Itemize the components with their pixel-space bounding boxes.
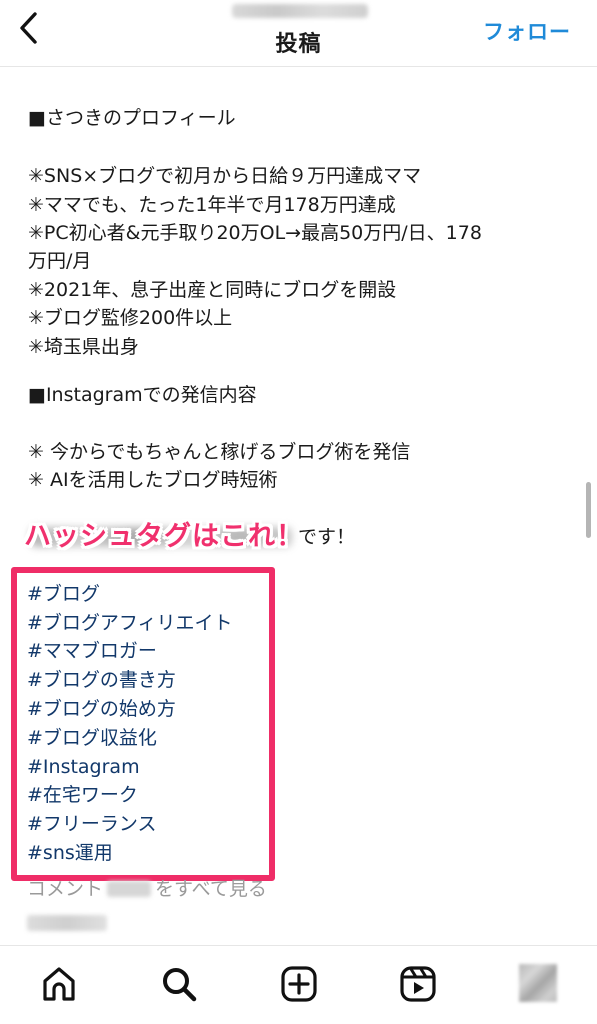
comments-prefix: コメント bbox=[27, 878, 104, 900]
reels-icon bbox=[400, 966, 436, 1002]
tab-home[interactable] bbox=[39, 964, 79, 1004]
comments-suffix: をすべて見る bbox=[155, 878, 267, 900]
hashtag-link[interactable]: #在宅ワーク bbox=[27, 782, 138, 808]
hashtag-link[interactable]: #Instagram bbox=[27, 754, 140, 780]
scrollbar[interactable] bbox=[586, 482, 591, 538]
bottom-tab-bar bbox=[0, 945, 597, 1024]
search-icon bbox=[163, 968, 197, 1002]
blurred-comment-count bbox=[107, 881, 152, 897]
plus-square-icon bbox=[281, 966, 317, 1002]
caption-line: ✳ママでも、たった1年半で月178万円達成 bbox=[28, 194, 396, 216]
hashtag-link[interactable]: #ブログ収益化 bbox=[27, 725, 157, 751]
caption-line: ✳ブログ監修200件以上 bbox=[28, 307, 233, 329]
follow-button[interactable]: フォロー bbox=[483, 16, 571, 46]
hashtag-link[interactable]: #ブログ bbox=[27, 581, 100, 607]
tab-create[interactable] bbox=[279, 964, 319, 1004]
post-page: 投稿 フォロー ■さつきのプロフィール ✳SNS×ブログで初月から日給９万円達成… bbox=[0, 0, 597, 1024]
caption-line: ✳SNS×ブログで初月から日給９万円達成ママ bbox=[28, 165, 422, 187]
annotation-label: ハッシュタグはこれ！ bbox=[24, 521, 304, 552]
top-header: 投稿 フォロー bbox=[0, 0, 597, 67]
tab-reels[interactable] bbox=[398, 964, 438, 1004]
hashtag-link[interactable]: #フリーランス bbox=[27, 811, 157, 837]
caption-line: ✳ AIを活用したブログ時短術 bbox=[28, 469, 278, 491]
caption-line: ✳2021年、息子出産と同時にブログを開設 bbox=[28, 279, 397, 301]
caption-line: 万円/月 bbox=[28, 250, 92, 272]
tab-search[interactable] bbox=[159, 964, 199, 1004]
blurred-username bbox=[232, 4, 368, 18]
hashtag-link[interactable]: #sns運用 bbox=[27, 840, 113, 866]
caption-line: ✳ 今からでもちゃんと稼げるブログ術を発信 bbox=[28, 441, 411, 463]
hashtag-link[interactable]: #ブログアフィリエイト bbox=[27, 610, 233, 636]
caption-line: ■Instagramでの発信内容 bbox=[28, 384, 257, 406]
caption-line-tail: です！ bbox=[298, 526, 356, 548]
hashtag-link[interactable]: #ブログの書き方 bbox=[27, 667, 176, 693]
view-all-comments-link[interactable]: コメント をすべて見る bbox=[27, 876, 267, 902]
home-icon bbox=[43, 967, 75, 1001]
caption-line: ■さつきのプロフィール bbox=[28, 107, 236, 129]
hashtag-link[interactable]: #ブログの始め方 bbox=[27, 696, 176, 722]
hashtag-link[interactable]: #ママブロガー bbox=[27, 638, 157, 664]
caption-line: ✳埼玉県出身 bbox=[28, 336, 139, 358]
caption-line: ✳PC初心者&元手取り20万OL→最高50万円/日、178 bbox=[28, 222, 482, 244]
profile-avatar[interactable] bbox=[519, 964, 557, 1002]
blurred-post-date bbox=[27, 915, 107, 931]
